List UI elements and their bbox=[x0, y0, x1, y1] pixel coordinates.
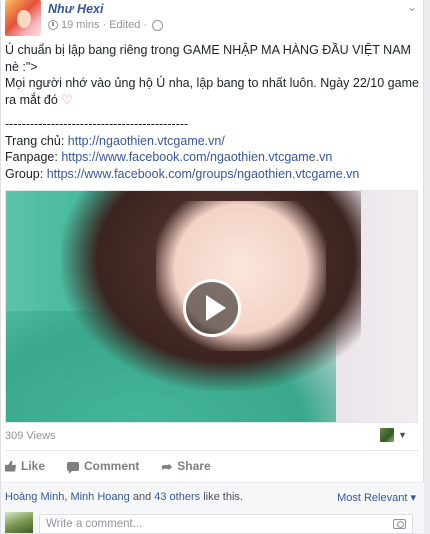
post-time[interactable]: 19 mins bbox=[61, 19, 100, 31]
comment-composer bbox=[1, 510, 424, 534]
video-player[interactable] bbox=[5, 190, 418, 423]
post-meta: 19 mins · Edited · bbox=[48, 19, 164, 31]
post-line-4-text: ra mắt đó bbox=[5, 92, 58, 107]
like-button[interactable]: Like bbox=[5, 456, 45, 476]
dash-divider: ----------------------------------------… bbox=[5, 117, 189, 131]
post-card: Như Hexi 19 mins · Edited · ⌄ Ú chuẩn bị… bbox=[0, 0, 424, 534]
video-frame-face bbox=[156, 201, 326, 351]
chevron-down-icon[interactable]: ⌄ bbox=[407, 0, 417, 14]
share-button[interactable]: ➦ Share bbox=[161, 456, 210, 476]
fanpage-label: Fanpage: bbox=[5, 150, 58, 164]
group-label: Group: bbox=[5, 166, 44, 181]
home-label: Trang chủ: bbox=[5, 133, 65, 148]
likers-and: and bbox=[132, 491, 152, 503]
fanpage-line: Fanpage: https://www.facebook.com/ngaoth… bbox=[5, 149, 421, 166]
group-line: Group: https://www.facebook.com/groups/n… bbox=[5, 166, 421, 183]
post-line-2: nè :"> bbox=[5, 59, 38, 74]
likers-comma: , bbox=[64, 491, 68, 503]
view-count: 309 Views bbox=[5, 430, 56, 442]
likers-suffix: like this. bbox=[203, 491, 243, 503]
meta-separator-2: · bbox=[143, 19, 148, 31]
comment-label: Comment bbox=[84, 459, 140, 473]
author-avatar[interactable] bbox=[5, 0, 41, 36]
comment-button[interactable]: Comment bbox=[67, 456, 139, 476]
likers-summary: Hoàng Minh, Minh Hoang and 43 others lik… bbox=[5, 491, 243, 503]
globe-icon[interactable] bbox=[152, 19, 164, 31]
page-avatar-icon bbox=[380, 428, 395, 442]
post-line-1: Ú chuẩn bị lập bang riêng trong GAME NHẬ… bbox=[5, 43, 411, 57]
share-icon: ➦ bbox=[161, 458, 173, 474]
like-label: Like bbox=[21, 459, 46, 473]
home-line: Trang chủ: http://ngaothien.vtcgame.vn/ bbox=[5, 133, 421, 150]
thumbs-up-icon bbox=[5, 460, 16, 472]
camera-icon[interactable] bbox=[393, 519, 406, 529]
post-body: Ú chuẩn bị lập bang riêng trong GAME NHẬ… bbox=[5, 42, 421, 182]
current-user-avatar bbox=[5, 512, 33, 533]
sort-label: Most Relevant bbox=[337, 492, 408, 504]
comment-input[interactable] bbox=[39, 514, 413, 534]
liker-name-1[interactable]: Hoàng Minh bbox=[5, 491, 64, 503]
liker-name-2[interactable]: Minh Hoang bbox=[70, 491, 129, 503]
post-line-3: Mọi người nhớ vào ủng hộ Ú nha, lập bang… bbox=[5, 76, 419, 90]
reactions-bar: Hoàng Minh, Minh Hoang and 43 others lik… bbox=[1, 482, 424, 510]
divider bbox=[5, 450, 419, 451]
edited-label[interactable]: Edited bbox=[109, 19, 140, 31]
comment-icon bbox=[67, 461, 80, 474]
post-header: Như Hexi 19 mins · Edited · ⌄ bbox=[5, 0, 421, 38]
fanpage-link[interactable]: https://www.facebook.com/ngaothien.vtcga… bbox=[61, 150, 332, 164]
clock-icon bbox=[48, 20, 58, 30]
post-as-selector[interactable]: ▼ bbox=[380, 428, 407, 442]
author-name[interactable]: Như Hexi bbox=[48, 2, 103, 16]
likers-others[interactable]: 43 others bbox=[154, 491, 200, 503]
share-label: Share bbox=[177, 459, 211, 473]
meta-separator: · bbox=[102, 19, 107, 31]
play-button[interactable] bbox=[183, 279, 241, 337]
action-bar: Like Comment ➦ Share bbox=[5, 456, 419, 476]
caret-down-icon: ▾ bbox=[410, 492, 416, 504]
group-link[interactable]: https://www.facebook.com/groups/ngaothie… bbox=[47, 167, 360, 181]
comment-sort-dropdown[interactable]: Most Relevant ▾ bbox=[337, 491, 416, 504]
post-line-4: ra mắt đó ♡ bbox=[5, 92, 421, 109]
heart-icon: ♡ bbox=[61, 91, 73, 107]
home-link[interactable]: http://ngaothien.vtcgame.vn/ bbox=[68, 134, 225, 148]
caret-down-icon: ▼ bbox=[398, 430, 407, 440]
